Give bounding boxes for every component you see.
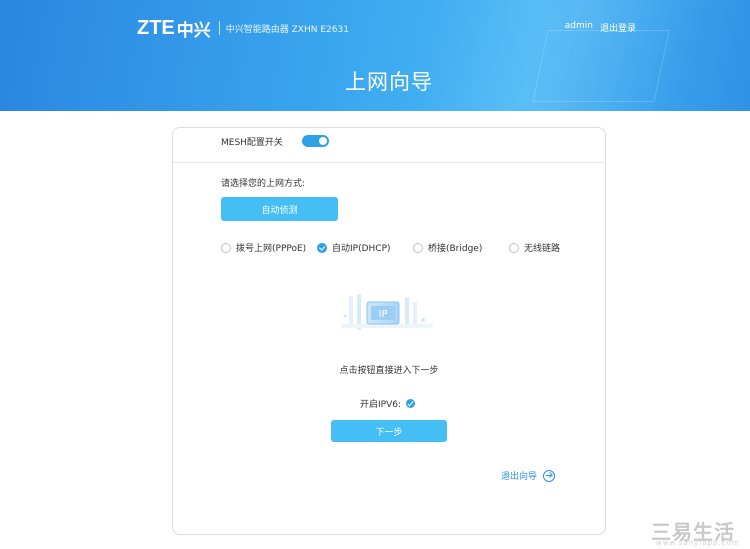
logo-cn: 中兴: [176, 20, 211, 41]
radio-circle-checked: [317, 242, 327, 253]
radio-dhcp[interactable]: 自动IP(DHCP): [317, 241, 391, 254]
ipv6-row: 开启IPV6:: [360, 397, 415, 410]
ipv6-checkbox[interactable]: [406, 399, 415, 408]
exit-wizard-link[interactable]: 退出向导: [501, 469, 556, 482]
radio-label: 自动IP(DHCP): [332, 244, 391, 254]
radio-bridge[interactable]: 桥接(Bridge): [413, 241, 482, 254]
exit-wizard-label: 退出向导: [501, 472, 538, 482]
logo-divider: [218, 21, 220, 35]
next-step-button[interactable]: 下一步: [331, 420, 447, 442]
next-step-hint: 点击按钮直接进入下一步: [339, 366, 439, 376]
mesh-toggle[interactable]: [302, 135, 329, 147]
radio-wireless[interactable]: 无线链路: [509, 241, 560, 254]
ipv6-label: 开启IPV6:: [360, 400, 401, 410]
connection-prompt: 请选择您的上网方式:: [221, 179, 306, 189]
username: admin: [564, 21, 593, 31]
connection-type-group: 拨号上网(PPPoE) 自动IP(DHCP) 桥接(Bridge) 无线链路: [221, 241, 601, 257]
logo-brand: ZTE: [137, 16, 175, 39]
mesh-row: MESH配置开关: [173, 128, 605, 163]
radio-label: 拨号上网(PPPoE): [236, 244, 307, 254]
watermark-url: www.sanyiapp.com: [656, 539, 740, 547]
zte-logo: ZTE 中兴 中兴智能路由器 ZXHN E2631: [137, 16, 349, 41]
router-model: 中兴智能路由器 ZXHN E2631: [225, 24, 349, 35]
radio-circle: [413, 242, 423, 253]
header-banner: ZTE 中兴 中兴智能路由器 ZXHN E2631 admin 退出登录 上网向…: [0, 0, 750, 111]
radio-pppoe[interactable]: 拨号上网(PPPoE): [221, 241, 306, 254]
radio-circle: [221, 242, 231, 253]
ip-illustration-text: IP: [379, 309, 388, 320]
wizard-card: MESH配置开关 请选择您的上网方式: 自动侦测 拨号上网(PPPoE) 自动I…: [172, 127, 606, 535]
mesh-label: MESH配置开关: [221, 138, 283, 148]
logout-link[interactable]: 退出登录: [600, 21, 636, 34]
radio-circle: [509, 242, 519, 253]
toggle-knob: [319, 137, 327, 145]
arrow-right-circle-icon: [543, 469, 556, 482]
radio-label: 无线链路: [524, 244, 561, 254]
auto-detect-button[interactable]: 自动侦测: [221, 197, 338, 221]
ip-illustration: IP: [341, 294, 433, 330]
page-title: 上网向导: [345, 70, 433, 94]
user-area: admin 退出登录: [565, 21, 636, 34]
radio-label: 桥接(Bridge): [428, 244, 483, 254]
